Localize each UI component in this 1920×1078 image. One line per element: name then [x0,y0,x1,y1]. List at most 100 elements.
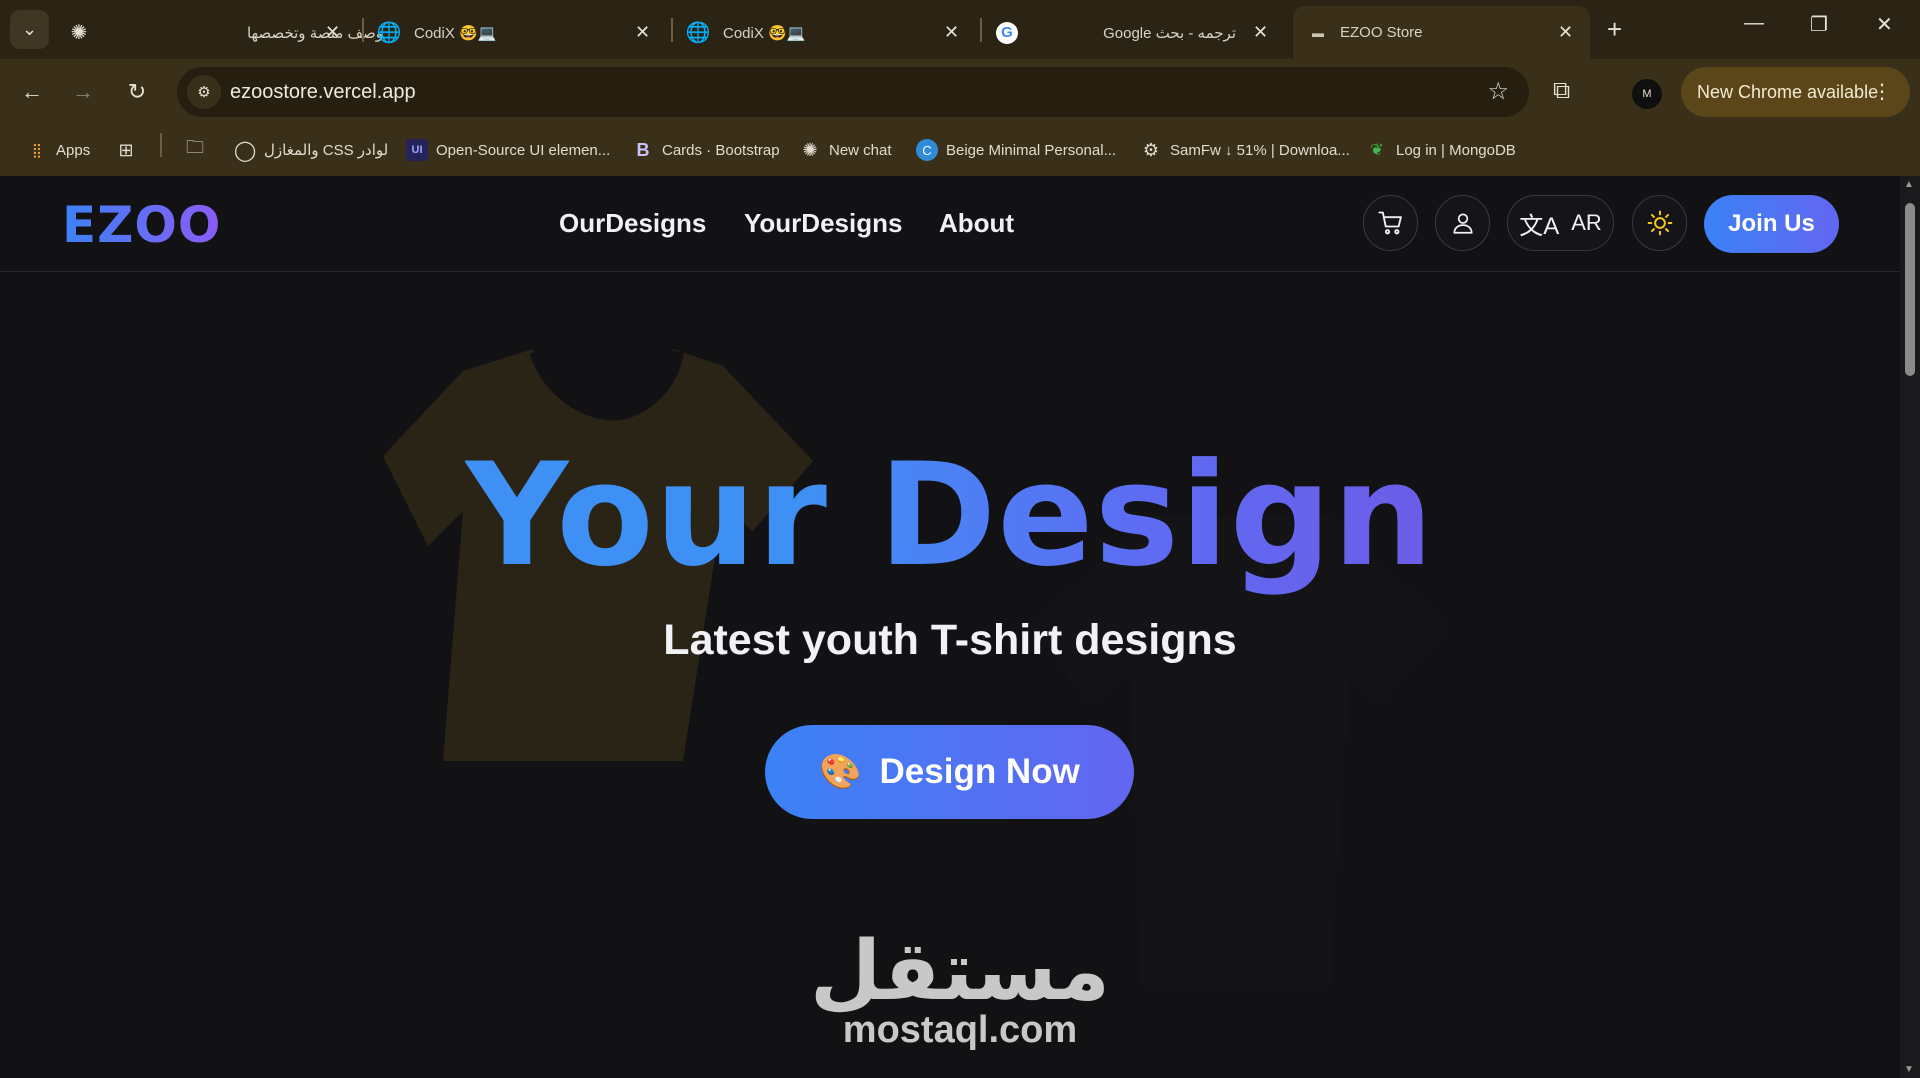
bookmark-label: New chat [829,141,892,159]
palette-icon: 🎨 [819,753,862,791]
close-icon[interactable]: ✕ [635,22,650,43]
nav-our-designs[interactable]: OurDesigns [559,208,706,239]
bookmark-bootstrap-cards[interactable]: B Cards · Bootstrap [632,137,780,163]
bookmark-label: Apps [56,141,91,159]
design-now-button[interactable]: 🎨 Design Now [765,725,1134,819]
google-icon: G [996,21,1018,44]
mongodb-leaf-icon: ❦ [1370,142,1384,159]
tab-title: EZOO Store [1340,24,1423,41]
minimize-icon[interactable]: — [1744,12,1764,35]
mostaql-watermark: مستقل mostaql.com [800,931,1120,1052]
watermark-arabic: مستقل [810,926,1110,1017]
spinner-icon: ◯ [233,139,257,162]
extensions-puzzle-icon[interactable]: ⧉ [1553,77,1570,105]
tab-title: ترجمه - بحث Google [1103,24,1236,42]
bookmark-label: Open-Source UI elemen... [436,141,611,159]
nav-your-designs[interactable]: YourDesigns [744,208,902,239]
bookmark-label: Beige Minimal Personal... [946,141,1117,159]
account-button[interactable] [1435,195,1490,251]
tab-search-button[interactable]: ⌄ [10,10,49,49]
chevron-down-icon: ⌄ [21,19,38,39]
bookmark-label: لوادر CSS والمغازل [264,142,389,159]
bookmark-star-icon[interactable]: ☆ [1487,77,1509,106]
cta-label: Design Now [879,752,1080,791]
tab-separator [671,18,673,42]
tab-strip: ⌄ ✺ وصف منصة وتخصصها ✕ 🌐 CodiX 🤓💻 ✕ 🌐 Co… [0,0,1920,59]
scroll-up-icon[interactable]: ▲ [1904,179,1914,190]
canva-icon: C [916,139,938,161]
cart-button[interactable] [1363,195,1418,251]
window-close-icon[interactable]: ✕ [1876,12,1893,37]
tab-separator [980,18,982,42]
translate-icon: 文A [1519,212,1560,240]
close-icon[interactable]: ✕ [1253,22,1268,43]
apps-grid-icon: ⣿ [31,141,43,158]
tab-ezoo-store[interactable]: ▬ EZOO Store ✕ [1293,6,1590,59]
forward-arrow-icon[interactable]: → [64,73,102,111]
site-settings-icon[interactable]: ⚙ [187,75,221,109]
tab-3[interactable]: 🌐 CodiX 🤓💻 ✕ [685,6,977,59]
close-icon[interactable]: ✕ [944,22,959,43]
site-logo[interactable]: EZOO [62,196,221,254]
hero-subtitle: Latest youth T-shirt designs [663,616,1237,664]
tab-2[interactable]: 🌐 CodiX 🤓💻 ✕ [376,6,668,59]
more-vert-icon[interactable]: ⋮ [1872,79,1892,104]
user-icon [1452,213,1473,234]
restore-icon[interactable]: ❐ [1810,12,1828,37]
theme-toggle-button[interactable] [1632,195,1687,251]
hero-title-text: Your Design [465,433,1435,598]
language-label: AR [1571,210,1602,235]
nav-about[interactable]: About [939,208,1014,239]
cart-icon [1377,211,1402,235]
bookmarks-bar: ⣿ Apps ⊞ 🗀 ◯ لوادر CSS والمغازل UI Open-… [0,125,1920,176]
language-button[interactable]: 文A AR [1507,195,1614,251]
update-label: New Chrome available [1697,81,1879,102]
tab-title: CodiX 🤓💻 [723,24,806,42]
bookmark-css-loaders[interactable]: ◯ لوادر CSS والمغازل [234,137,388,163]
bookmark-folder[interactable]: 🗀 [184,137,214,163]
chatgpt-icon: ✺ [802,139,818,160]
tab-4[interactable]: G ترجمه - بحث Google ✕ [996,6,1286,59]
bookmark-label: Log in | MongoDB [1396,141,1516,159]
new-chrome-available-button[interactable]: New Chrome available ⋮ [1681,67,1910,117]
globe-icon: 🌐 [376,22,402,44]
bookmark-ui-elements[interactable]: UI Open-Source UI elemen... [406,137,610,163]
samfw-icon: ⚙ [1142,139,1160,160]
url-text[interactable]: ezoostore.vercel.app [230,81,416,104]
tab-separator [362,18,364,42]
scroll-down-icon[interactable]: ▼ [1904,1064,1914,1075]
bookmark-label: Cards · Bootstrap [662,141,780,159]
new-tab-plus-icon[interactable]: + [1607,14,1622,45]
address-bar[interactable]: ⚙ ezoostore.vercel.app ☆ [177,67,1529,117]
folder-icon: 🗀 [186,137,204,157]
page-scrollbar[interactable]: ▲ ▼ [1900,176,1920,1078]
reload-icon[interactable]: ↻ [118,73,156,111]
tab-1[interactable]: ✺ وصف منصة وتخصصها ✕ [68,6,383,59]
ezoo-icon: ▬ [1312,25,1324,40]
watermark-latin: mostaql.com [842,1009,1078,1051]
tab-title: CodiX 🤓💻 [414,24,497,42]
tab-groups-icon: ⊞ [118,139,134,160]
globe-icon: 🌐 [685,22,711,44]
bootstrap-icon: B [636,139,650,160]
ui-icon: UI [406,139,428,161]
bookmark-samfw[interactable]: ⚙ SamFw ↓ 51% | Downloa... [1140,137,1350,163]
bookmark-apps[interactable]: ⣿ Apps [26,137,90,163]
bookmark-tab-groups[interactable]: ⊞ [115,137,145,163]
page-viewport: EZOO OurDesigns YourDesigns About 文A AR … [0,176,1900,1078]
join-us-button[interactable]: Join Us [1704,195,1839,253]
close-icon[interactable]: ✕ [325,22,340,43]
scrollbar-thumb[interactable] [1905,203,1915,376]
sun-icon [1647,210,1672,236]
bookmark-canva[interactable]: C Beige Minimal Personal... [916,137,1116,163]
bookmark-label: SamFw ↓ 51% | Downloa... [1170,141,1350,159]
hero-title: Your Design [0,445,1900,587]
bookmark-mongodb[interactable]: ❦ Log in | MongoDB [1366,137,1516,163]
bookmark-new-chat[interactable]: ✺ New chat [799,137,892,163]
close-icon[interactable]: ✕ [1558,22,1573,43]
profile-avatar[interactable]: M [1632,79,1662,109]
back-arrow-icon[interactable]: ← [13,73,51,111]
tab-title: وصف منصة وتخصصها [246,24,383,42]
bookmarks-separator [160,133,162,157]
site-header: EZOO OurDesigns YourDesigns About 文A AR … [0,176,1900,272]
